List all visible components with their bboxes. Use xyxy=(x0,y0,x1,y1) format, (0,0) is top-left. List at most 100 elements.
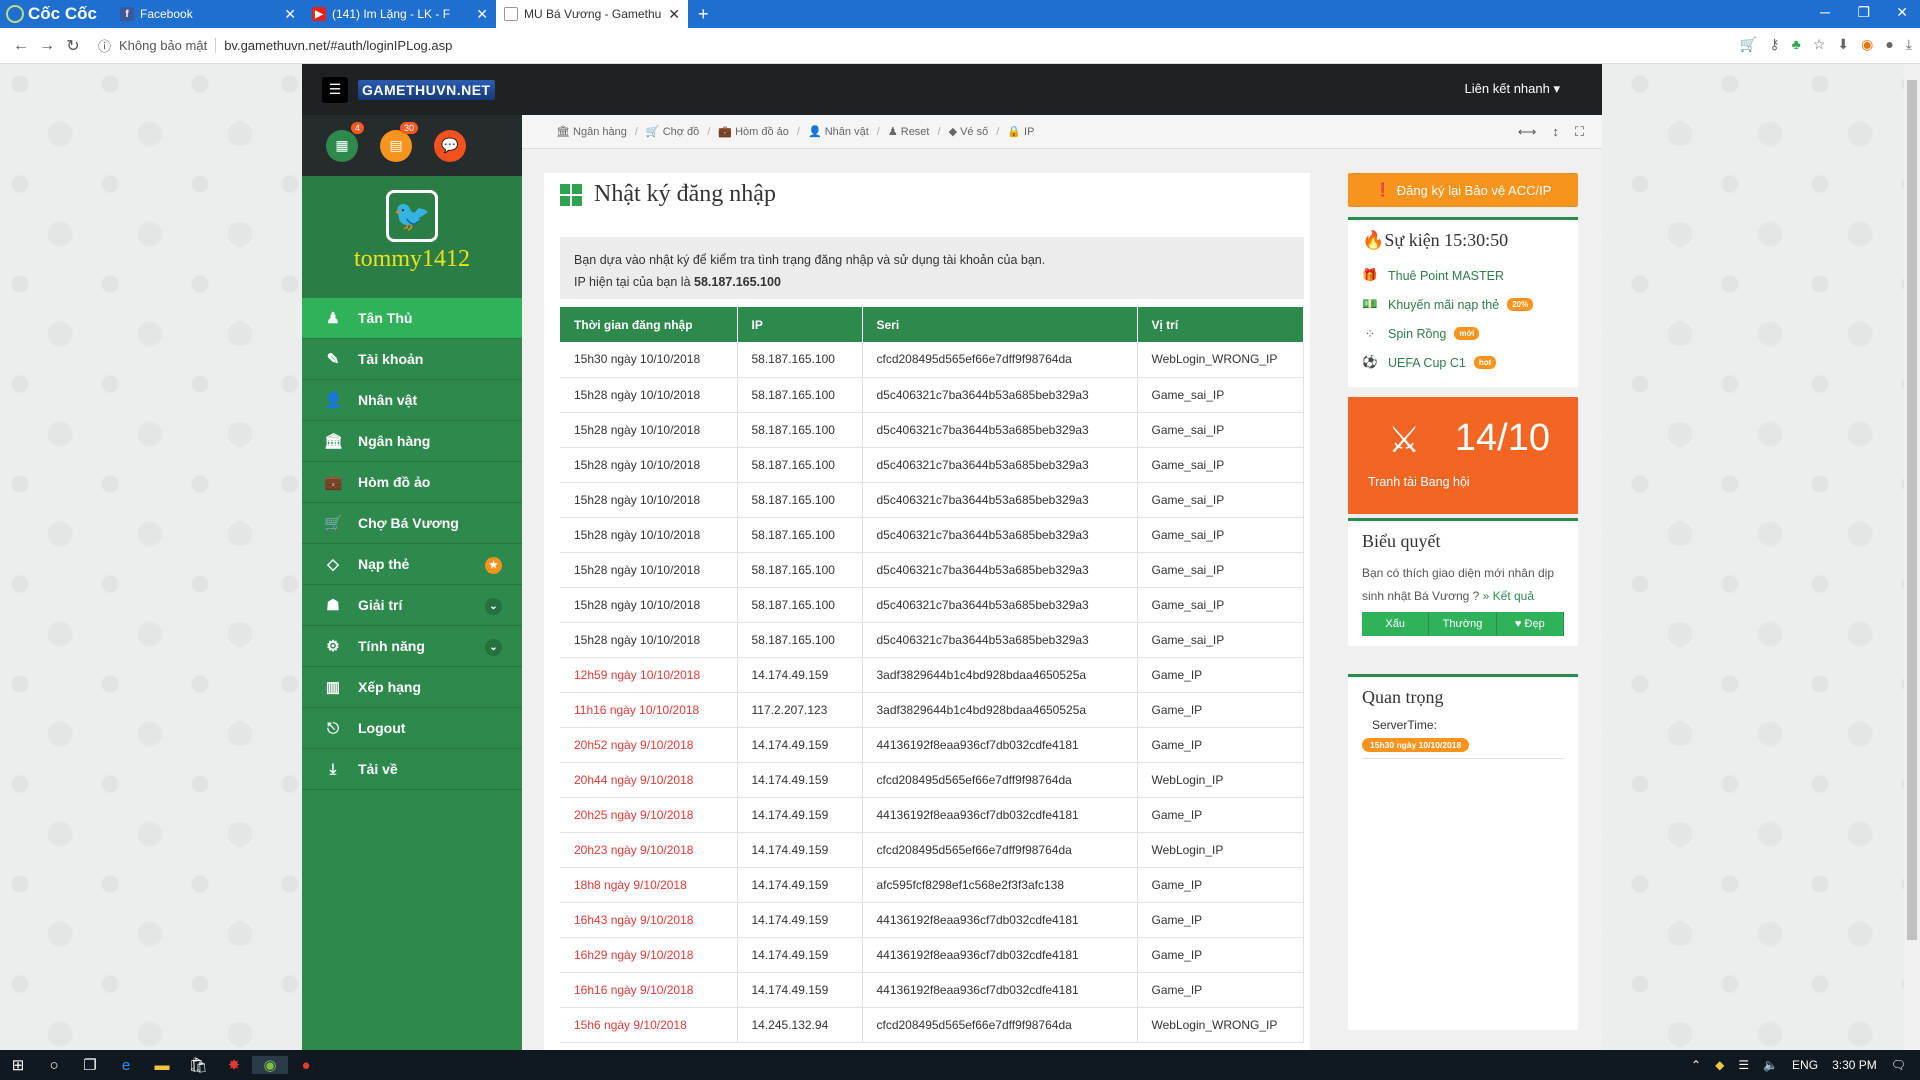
column-header-ip[interactable]: IP xyxy=(737,307,863,342)
cell-seri: cfcd208495d565ef66e7dff9f98764da xyxy=(862,1007,1138,1043)
coccoc-ext-icon[interactable]: ◉ xyxy=(1861,36,1873,53)
sidebar-item-giai-tri[interactable]: ☗ Giải trí ⌄ xyxy=(302,585,522,626)
sidebar-item-ngan-hang[interactable]: 🏛 Ngân hàng xyxy=(302,421,522,462)
tab-mu-ba-vuong[interactable]: MU Bá Vương - Gamethu ✕ xyxy=(496,0,688,28)
cell-position: Game_IP xyxy=(1137,902,1304,938)
info-icon[interactable]: ⓘ xyxy=(98,36,111,55)
event-label: Spin Rồng xyxy=(1388,326,1447,341)
language-indicator[interactable]: ENG xyxy=(1792,1058,1818,1072)
star-icon[interactable]: ☆ xyxy=(1813,36,1826,53)
sidebar-item-label: Ngân hàng xyxy=(358,433,431,449)
clock[interactable]: 3:30 PM xyxy=(1832,1058,1877,1072)
table-row: 20h23 ngày 9/10/2018 14.174.49.159 cfcd208… xyxy=(560,832,1304,868)
close-icon[interactable]: ✕ xyxy=(284,6,296,23)
sidebar-item-xep-hang[interactable]: ▥ Xếp hạng xyxy=(302,667,522,708)
shield-icon[interactable]: ◆ xyxy=(1715,1058,1724,1072)
breadcrumb-nhan-vat[interactable]: 👤 Nhân vật xyxy=(808,125,869,138)
site-logo[interactable]: GAMETHUVN.NET xyxy=(358,79,495,100)
gift-icon: 🎁 xyxy=(1362,268,1378,282)
page-scrollbar[interactable] xyxy=(1904,64,1920,1050)
scrollbar-thumb[interactable] xyxy=(1907,80,1917,940)
table-row: 20h25 ngày 9/10/2018 14.174.49.159 4413619… xyxy=(560,797,1304,833)
chat-button[interactable]: 💬 xyxy=(434,129,466,162)
tab-facebook[interactable]: f Facebook ✕ xyxy=(112,0,304,28)
poll-option-nice[interactable]: ♥ Đẹp xyxy=(1496,612,1564,636)
download-ext-icon[interactable]: ⬇ xyxy=(1837,36,1849,53)
poll-results-link[interactable]: » Kết quả xyxy=(1483,589,1534,603)
new-tab-button[interactable]: + xyxy=(688,4,719,25)
column-header-time[interactable]: Thời gian đăng nhập xyxy=(560,307,738,342)
cell-time: 15h28 ngày 10/10/2018 xyxy=(560,552,738,588)
cell-seri: d5c406321c7ba3644b53a685beb329a3 xyxy=(862,482,1138,518)
poll-option-bad[interactable]: Xấu xyxy=(1362,612,1430,636)
guild-battle-banner[interactable]: ⚔ 14/10 Tranh tài Bang hội xyxy=(1348,397,1578,514)
expand-height-icon[interactable]: ↕ xyxy=(1552,124,1559,140)
sidebar-item-nhan-vat[interactable]: 👤 Nhân vật xyxy=(302,380,522,421)
sidebar-item-cho-ba-vuong[interactable]: 🛒 Chợ Bá Vương xyxy=(302,503,522,544)
event-item[interactable]: ⚽ UEFA Cup C1 hot xyxy=(1362,348,1564,377)
sidebar-item-tai-ve[interactable]: ⤓ Tải về xyxy=(302,749,522,790)
card-button[interactable]: ▤ 30 xyxy=(380,121,418,162)
wifi-icon[interactable]: ☰ xyxy=(1738,1058,1749,1072)
game-app-icon[interactable]: ✸ xyxy=(216,1056,252,1074)
downloads-icon[interactable]: ⤓ xyxy=(1906,36,1912,53)
hamburger-menu-button[interactable]: ☰ xyxy=(322,76,348,103)
poll-option-normal[interactable]: Thường xyxy=(1429,612,1497,636)
cell-time: 15h28 ngày 10/10/2018 xyxy=(560,482,738,518)
key-icon[interactable]: ⚷ xyxy=(1769,36,1779,53)
breadcrumb-reset[interactable]: ♟ Reset xyxy=(888,125,930,138)
sidebar-item-hom-do-ao[interactable]: 💼 Hòm đồ ảo xyxy=(302,462,522,503)
sidebar-item-logout[interactable]: ⎋ Logout xyxy=(302,708,522,749)
cart-extension-icon[interactable]: 🛒 xyxy=(1740,36,1757,53)
minimize-icon[interactable]: ─ xyxy=(1820,4,1830,20)
breadcrumb-ve-so[interactable]: ◆ Vé số xyxy=(949,125,989,138)
event-item[interactable]: ⁘ Spin Rồng mới xyxy=(1362,319,1564,348)
fullscreen-icon[interactable]: ⛶ xyxy=(1575,124,1584,140)
event-item[interactable]: 🎁 Thuê Point MASTER xyxy=(1362,261,1564,290)
breadcrumb-cho-do[interactable]: 🛒 Chợ đồ xyxy=(646,125,699,138)
sidebar-item-tinh-nang[interactable]: ⚙ Tính năng ⌄ xyxy=(302,626,522,667)
file-explorer-icon[interactable]: ▬ xyxy=(144,1057,180,1074)
breadcrumb-hom-do-ao[interactable]: 💼 Hòm đồ ảo xyxy=(718,125,789,138)
twitter-icon[interactable]: 🐦 xyxy=(386,190,438,242)
mu-game-icon[interactable]: ● xyxy=(288,1057,324,1074)
leaf-icon[interactable]: ♣ xyxy=(1792,36,1801,53)
edge-icon[interactable]: e xyxy=(108,1057,144,1074)
expand-width-icon[interactable]: ⟷ xyxy=(1518,124,1537,140)
back-icon[interactable]: ← xyxy=(8,37,34,55)
account-icon[interactable]: ● xyxy=(1885,36,1893,53)
cell-position: Game_IP xyxy=(1137,692,1304,728)
search-icon[interactable]: ○ xyxy=(36,1057,72,1074)
store-icon[interactable]: 🛍 xyxy=(180,1056,216,1074)
reload-icon[interactable]: ↻ xyxy=(60,36,86,56)
cell-time: 15h6 ngày 9/10/2018 xyxy=(560,1007,738,1043)
cell-position: WebLogin_IP xyxy=(1137,762,1304,798)
browser-brand[interactable]: Cốc Cốc xyxy=(0,0,112,28)
column-header-seri[interactable]: Seri xyxy=(862,307,1138,342)
close-icon[interactable]: ✕ xyxy=(668,6,680,23)
calendar-button[interactable]: ▦ 4 xyxy=(326,121,364,162)
poll-box: Biểu quyết Bạn có thích giao diện mới nh… xyxy=(1348,518,1578,646)
breadcrumb-ip[interactable]: 🔒 IP xyxy=(1007,125,1034,138)
task-view-icon[interactable]: ❐ xyxy=(72,1056,108,1074)
register-protection-button[interactable]: ❗ Đăng ký lại Bảo vệ ACC/IP xyxy=(1348,173,1578,207)
windows-start-icon[interactable]: ⊞ xyxy=(0,1056,36,1074)
url-text[interactable]: bv.gamethuvn.net/#auth/loginIPLog.asp xyxy=(215,38,452,53)
restore-icon[interactable]: ❐ xyxy=(1857,4,1870,21)
coccoc-taskbar-icon[interactable]: ◉ xyxy=(252,1056,288,1074)
sidebar-item-tai-khoan[interactable]: ✎ Tài khoản xyxy=(302,339,522,380)
tab-youtube[interactable]: ▶ (141) Im Lặng - LK - F ✕ xyxy=(304,0,496,28)
column-header-position[interactable]: Vị trí xyxy=(1137,307,1304,342)
notification-icon[interactable]: 🗨 xyxy=(1891,1058,1906,1072)
chevron-up-icon[interactable]: ⌃ xyxy=(1691,1058,1701,1072)
close-icon[interactable]: ✕ xyxy=(476,6,488,23)
quicklink-dropdown[interactable]: Liên kết nhanh ▾ xyxy=(1465,81,1560,97)
sidebar-item-nap-the[interactable]: ◇ Nạp thẻ ★ xyxy=(302,544,522,585)
sidebar-item-tan-thu[interactable]: ♟ Tân Thủ xyxy=(302,298,522,339)
address-bar[interactable]: ⓘ Không bảo mật bv.gamethuvn.net/#auth/l… xyxy=(98,36,452,55)
volume-icon[interactable]: 🔈 xyxy=(1763,1058,1778,1072)
breadcrumb-ngan-hang[interactable]: 🏛 Ngân hàng xyxy=(556,125,627,138)
event-item[interactable]: 💵 Khuyến mãi nạp thẻ 20% xyxy=(1362,290,1564,319)
window-close-icon[interactable]: ✕ xyxy=(1896,4,1908,21)
forward-icon[interactable]: → xyxy=(34,37,60,55)
